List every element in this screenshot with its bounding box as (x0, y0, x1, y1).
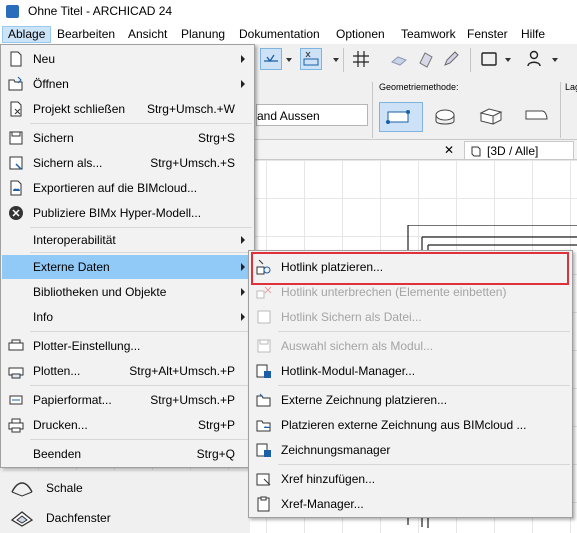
coordinate-button[interactable] (300, 48, 322, 70)
hotlink-manager-icon (256, 364, 271, 378)
submenu-item-auswahl-sichern[interactable]: Auswahl sichern als Modul... (250, 334, 571, 358)
layer-icon[interactable] (415, 48, 437, 70)
tab-label: [3D / Alle] (487, 144, 539, 158)
new-document-icon (10, 51, 22, 67)
submenu-item-externe-zeichnung[interactable]: Externe Zeichnung platzieren... (250, 388, 571, 412)
chevron-down-icon[interactable] (505, 58, 511, 62)
menu-fenster[interactable]: Fenster (462, 26, 513, 43)
toolbox-panel: Schale Dachfenster (0, 470, 250, 533)
submenu-item-hotlink-sichern[interactable]: Hotlink Sichern als Datei... (250, 305, 571, 329)
layer-label: Lag (565, 82, 577, 92)
page-setup-icon (9, 395, 23, 405)
menu-item-oeffnen[interactable]: Öffnen (2, 72, 253, 96)
menu-item-projekt-schliessen[interactable]: Projekt schließen Strg+Umsch.+W (2, 97, 253, 121)
highlight-annotation-box (251, 252, 569, 285)
menu-dokumentation[interactable]: Dokumentation (234, 26, 325, 43)
submenu-item-bimcloud-zeichnung[interactable]: Platzieren externe Zeichnung aus BIMclou… (250, 413, 571, 437)
chevron-right-icon (241, 55, 245, 63)
geometry-curved-button[interactable] (428, 102, 468, 132)
snap-button[interactable] (260, 48, 282, 70)
xref-add-icon (256, 473, 271, 486)
surface-icon[interactable] (388, 48, 410, 70)
view-tab-bar: ✕ [3D / Alle] (250, 140, 577, 160)
menu-planung[interactable]: Planung (176, 26, 230, 43)
bimcloud-drawing-icon (256, 420, 271, 432)
menu-item-plotter-einstellung[interactable]: Plotter-Einstellung... (2, 334, 253, 358)
menu-item-beenden[interactable]: Beenden Strg+Q (2, 442, 253, 466)
title-bar: Ohne Titel - ARCHICAD 24 (0, 0, 577, 24)
chevron-right-icon (241, 288, 245, 296)
geometry-slab-button[interactable] (517, 102, 557, 132)
user-icon[interactable] (523, 48, 545, 70)
tool-dachfenster[interactable]: Dachfenster (10, 506, 111, 530)
bimcloud-export-icon (10, 180, 22, 196)
drawing-manager-icon (256, 443, 271, 457)
hotlink-break-icon (256, 286, 272, 299)
hotlink-save-icon (257, 310, 271, 324)
tool-label: Dachfenster (46, 511, 111, 525)
shell-icon (11, 482, 33, 497)
plotter-setup-icon (8, 339, 24, 351)
layer-combo-value: and Aussen (257, 109, 320, 123)
pencil-icon[interactable] (440, 48, 462, 70)
menu-bar: Ablage Bearbeiten Ansicht Planung Dokume… (0, 24, 577, 44)
tool-schale[interactable]: Schale (10, 476, 83, 500)
menu-item-drucken[interactable]: Drucken... Strg+P (2, 413, 253, 437)
chevron-right-icon (241, 80, 245, 88)
menu-bearbeiten[interactable]: Bearbeiten (52, 26, 120, 43)
save-as-icon (9, 156, 23, 170)
menu-item-plotten[interactable]: Plotten... Strg+Alt+Umsch.+P (2, 359, 253, 383)
save-icon (9, 131, 23, 145)
chevron-down-icon[interactable] (552, 58, 558, 62)
menu-item-info[interactable]: Info (2, 305, 253, 329)
tab-3d-alle[interactable]: [3D / Alle] (464, 141, 574, 159)
chevron-right-icon (241, 313, 245, 321)
chevron-down-icon[interactable] (286, 58, 292, 62)
xref-manager-icon (257, 496, 270, 512)
chevron-right-icon (241, 263, 245, 271)
close-project-icon (10, 101, 22, 117)
save-module-icon (257, 339, 271, 353)
menu-item-papierformat[interactable]: Papierformat... Strg+Umsch.+P (2, 388, 253, 412)
menu-item-bibliotheken[interactable]: Bibliotheken und Objekte (2, 280, 253, 304)
plot-icon (8, 367, 24, 379)
menu-item-neu[interactable]: Neu (2, 47, 253, 71)
display-icon[interactable] (478, 48, 500, 70)
grid-icon[interactable] (350, 48, 372, 70)
submenu-item-xref-hinzufuegen[interactable]: Xref hinzufügen... (250, 467, 571, 491)
submenu-item-zeichnungsmanager[interactable]: Zeichnungsmanager (250, 438, 571, 462)
menu-item-bimx[interactable]: Publiziere BIMx Hyper-Modell... (2, 201, 253, 225)
external-drawing-icon (256, 393, 271, 407)
chevron-right-icon (241, 236, 245, 244)
submenu-item-xref-manager[interactable]: Xref-Manager... (250, 492, 571, 516)
externe-daten-submenu: Hotlink platzieren... Hotlink unterbrech… (248, 250, 573, 518)
menu-ablage[interactable]: Ablage (2, 26, 52, 43)
bimx-icon (9, 206, 23, 220)
geometry-box-button[interactable] (472, 102, 512, 132)
layer-combo[interactable]: and Aussen (256, 104, 368, 126)
menu-item-export-bimcloud[interactable]: Exportieren auf die BIMcloud... (2, 176, 253, 200)
menu-item-sichern-als[interactable]: Sichern als... Strg+Umsch.+S (2, 151, 253, 175)
menu-ansicht[interactable]: Ansicht (123, 26, 172, 43)
menu-item-interoperabilitaet[interactable]: Interoperabilität (2, 228, 253, 252)
open-folder-icon (8, 76, 23, 91)
chevron-down-icon[interactable] (333, 58, 339, 62)
geometry-method-label: Geometriemethode: (379, 82, 459, 92)
menu-item-externe-daten[interactable]: Externe Daten (2, 255, 253, 279)
geometry-straight-button[interactable] (379, 102, 423, 132)
ablage-dropdown-menu: Neu Öffnen Projekt schließen Strg+Umsch.… (0, 44, 255, 468)
menu-optionen[interactable]: Optionen (331, 26, 390, 43)
print-icon (8, 418, 24, 433)
toolbar-overflow-icon[interactable] (562, 48, 577, 70)
window-title: Ohne Titel - ARCHICAD 24 (28, 4, 173, 18)
archicad-app-icon (6, 5, 19, 18)
3d-view-icon (471, 146, 481, 157)
menu-hilfe[interactable]: Hilfe (516, 26, 550, 43)
tool-label: Schale (46, 481, 83, 495)
skylight-icon (10, 511, 34, 527)
menu-teamwork[interactable]: Teamwork (396, 26, 461, 43)
close-icon[interactable]: ✕ (444, 143, 454, 157)
menu-item-sichern[interactable]: Sichern Strg+S (2, 126, 253, 150)
submenu-item-hotlink-modul-manager[interactable]: Hotlink-Modul-Manager... (250, 359, 571, 383)
